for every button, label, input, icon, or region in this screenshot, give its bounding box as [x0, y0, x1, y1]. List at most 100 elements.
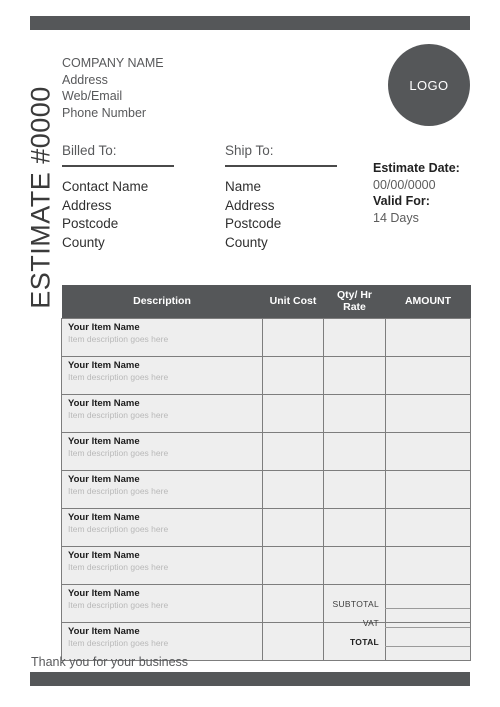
estimate-date-label: Estimate Date:	[373, 161, 460, 175]
total-row: VAT	[300, 613, 470, 628]
cell-amount[interactable]	[385, 432, 471, 471]
cell-description[interactable]: Your Item Name Item description goes here	[61, 318, 263, 357]
qty-hr-rate-line-1: Qty/ Hr	[336, 289, 372, 301]
cell-description[interactable]: Your Item Name Item description goes here	[61, 508, 263, 547]
item-name: Your Item Name	[68, 550, 140, 561]
ship-to-title: Ship To:	[225, 143, 274, 158]
estimate-meta-block: Estimate Date: 00/00/0000 Valid For: 14 …	[373, 160, 483, 226]
item-description: Item description goes here	[68, 334, 169, 344]
table-row[interactable]: Your Item Name Item description goes here	[61, 394, 471, 433]
cell-amount[interactable]	[385, 470, 471, 509]
billed-to-divider	[62, 165, 174, 167]
total-value-field[interactable]	[385, 634, 470, 647]
bottom-accent-bar	[30, 672, 470, 686]
ship-to-line-4: County	[225, 234, 268, 250]
billed-to-line-3: Postcode	[62, 216, 119, 231]
item-name: Your Item Name	[68, 436, 140, 447]
item-description: Item description goes here	[68, 486, 169, 496]
cell-qty-hr-rate[interactable]	[323, 546, 386, 585]
cell-unit-cost[interactable]	[262, 356, 324, 395]
cell-amount[interactable]	[385, 318, 471, 357]
ship-to-line-2: Address	[225, 197, 275, 213]
cell-unit-cost[interactable]	[262, 394, 324, 433]
item-name: Your Item Name	[68, 588, 140, 599]
cell-unit-cost[interactable]	[262, 546, 324, 585]
total-label: SUBTOTAL	[332, 599, 379, 609]
totals-block: SUBTOTAL VAT TOTAL	[300, 594, 470, 651]
table-row[interactable]: Your Item Name Item description goes here	[61, 432, 471, 471]
total-value-field[interactable]	[385, 596, 470, 609]
item-name: Your Item Name	[68, 398, 140, 409]
cell-amount[interactable]	[385, 508, 471, 547]
ship-to-lines: Name Address Postcode County	[225, 178, 375, 252]
table-row[interactable]: Your Item Name Item description goes here	[61, 508, 471, 547]
billed-to-line-1: Contact Name	[62, 179, 149, 194]
cell-unit-cost[interactable]	[262, 470, 324, 509]
ship-to-divider	[225, 165, 337, 167]
cell-qty-hr-rate[interactable]	[323, 356, 386, 395]
table-row[interactable]: Your Item Name Item description goes here	[61, 470, 471, 509]
ship-to-block: Ship To: Name Address Postcode County	[225, 143, 375, 252]
item-name: Your Item Name	[68, 626, 140, 637]
table-header-row: Description Unit Cost Qty/ Hr Rate AMOUN…	[61, 285, 471, 319]
billed-to-line-2: Address	[62, 197, 112, 213]
cell-amount[interactable]	[385, 356, 471, 395]
column-header-amount: AMOUNT	[385, 285, 471, 319]
footer-thank-you-note: Thank you for your business	[31, 655, 189, 669]
logo-placeholder: LOGO	[388, 44, 470, 126]
cell-description[interactable]: Your Item Name Item description goes here	[61, 470, 263, 509]
item-description: Item description goes here	[68, 562, 169, 572]
item-name: Your Item Name	[68, 322, 140, 333]
cell-amount[interactable]	[385, 394, 471, 433]
table-row[interactable]: Your Item Name Item description goes here	[61, 318, 471, 357]
cell-qty-hr-rate[interactable]	[323, 318, 386, 357]
total-value-field[interactable]	[385, 615, 470, 628]
cell-unit-cost[interactable]	[262, 432, 324, 471]
column-header-description: Description	[61, 285, 263, 319]
ship-to-line-1: Name	[225, 179, 262, 194]
cell-unit-cost[interactable]	[262, 318, 324, 357]
billed-to-lines: Contact Name Address Postcode County	[62, 178, 212, 252]
cell-description[interactable]: Your Item Name Item description goes here	[61, 546, 263, 585]
cell-qty-hr-rate[interactable]	[323, 508, 386, 547]
cell-unit-cost[interactable]	[262, 508, 324, 547]
company-name: COMPANY NAME	[62, 56, 164, 70]
qty-hr-rate-line-2: Rate	[343, 300, 366, 313]
item-description: Item description goes here	[68, 524, 169, 534]
top-accent-bar	[30, 16, 470, 30]
total-row: SUBTOTAL	[300, 594, 470, 609]
item-description: Item description goes here	[68, 638, 169, 648]
billed-to-block: Billed To: Contact Name Address Postcode…	[62, 143, 212, 252]
cell-amount[interactable]	[385, 546, 471, 585]
cell-qty-hr-rate[interactable]	[323, 470, 386, 509]
cell-description[interactable]: Your Item Name Item description goes here	[61, 584, 263, 623]
cell-qty-hr-rate[interactable]	[323, 394, 386, 433]
cell-description[interactable]: Your Item Name Item description goes here	[61, 432, 263, 471]
estimate-document: ESTIMATE #0000 COMPANY NAME Address Web/…	[0, 0, 500, 707]
cell-qty-hr-rate[interactable]	[323, 432, 386, 471]
column-header-unit-cost: Unit Cost	[262, 285, 324, 319]
item-description: Item description goes here	[68, 600, 169, 610]
item-description: Item description goes here	[68, 448, 169, 458]
item-name: Your Item Name	[68, 474, 140, 485]
table-row[interactable]: Your Item Name Item description goes here	[61, 356, 471, 395]
total-label: TOTAL	[349, 637, 379, 647]
logo-label: LOGO	[409, 77, 449, 93]
billed-to-title: Billed To:	[62, 143, 117, 158]
item-description: Item description goes here	[68, 372, 169, 382]
company-web-email: Web/Email	[62, 89, 123, 103]
cell-description[interactable]: Your Item Name Item description goes here	[61, 394, 263, 433]
total-label: VAT	[362, 618, 379, 628]
column-header-qty-hr-rate: Qty/ Hr Rate	[323, 285, 386, 319]
page-title-vertical: ESTIMATE #0000	[25, 86, 56, 309]
item-name: Your Item Name	[68, 360, 140, 371]
company-address: Address	[62, 72, 108, 87]
table-row[interactable]: Your Item Name Item description goes here	[61, 546, 471, 585]
valid-for-value: 14 Days	[373, 210, 419, 225]
total-row: TOTAL	[300, 632, 470, 647]
cell-description[interactable]: Your Item Name Item description goes here	[61, 356, 263, 395]
item-description: Item description goes here	[68, 410, 169, 420]
company-info-block: COMPANY NAME Address Web/Email Phone Num…	[62, 55, 164, 121]
company-phone: Phone Number	[62, 105, 147, 120]
ship-to-line-3: Postcode	[225, 216, 282, 231]
